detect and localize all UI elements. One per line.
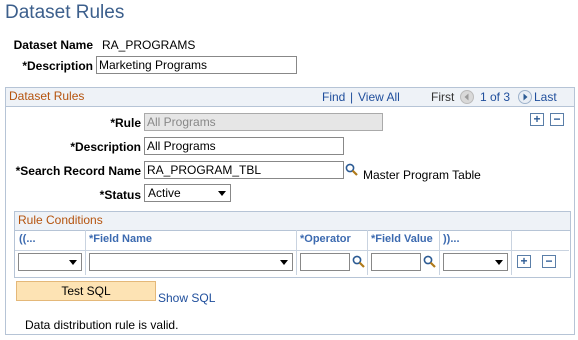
dataset-name-label: Dataset Name bbox=[13, 38, 93, 52]
nav-separator: | bbox=[350, 90, 354, 104]
add-condition-button[interactable]: + bbox=[517, 255, 531, 268]
rule-conditions-header: Rule Conditions bbox=[15, 212, 570, 231]
chevron-down-icon bbox=[280, 260, 288, 265]
rule-label: *Rule bbox=[110, 116, 141, 130]
column-open-paren: ((... bbox=[19, 233, 36, 245]
status-select[interactable]: Active bbox=[144, 184, 231, 202]
minus-icon: − bbox=[553, 112, 561, 126]
add-rule-button[interactable]: + bbox=[530, 113, 544, 126]
minus-icon: − bbox=[545, 254, 553, 268]
dataset-description-label: *Description bbox=[22, 59, 93, 73]
chevron-down-icon bbox=[495, 260, 503, 265]
page-title: Dataset Rules bbox=[5, 2, 125, 23]
search-record-description: Master Program Table bbox=[363, 168, 481, 182]
find-link[interactable]: Find bbox=[322, 90, 345, 104]
column-field-value: *Field Value bbox=[371, 233, 433, 245]
test-sql-button[interactable]: Test SQL bbox=[16, 281, 156, 301]
field-value-magnifier-icon[interactable] bbox=[423, 255, 436, 268]
field-value-input[interactable] bbox=[371, 253, 421, 271]
operator-input[interactable] bbox=[300, 253, 350, 271]
rule-input: All Programs bbox=[144, 113, 383, 131]
last-link[interactable]: Last bbox=[534, 90, 557, 104]
grid-divider bbox=[85, 230, 86, 275]
chevron-down-icon bbox=[69, 260, 77, 265]
field-name-select[interactable] bbox=[89, 253, 293, 271]
dataset-name-value: RA_PROGRAMS bbox=[102, 38, 196, 52]
dataset-rules-header: Dataset Rules Find | View All First 1 of… bbox=[6, 88, 574, 107]
search-record-input[interactable]: RA_PROGRAM_TBL bbox=[144, 161, 344, 179]
record-position: 1 of 3 bbox=[480, 90, 511, 104]
grid-divider bbox=[367, 230, 368, 275]
status-label: *Status bbox=[99, 188, 141, 202]
show-sql-link[interactable]: Show SQL bbox=[158, 291, 215, 305]
grid-divider bbox=[296, 230, 297, 275]
search-record-magnifier-icon[interactable] bbox=[345, 163, 358, 176]
open-paren-select[interactable] bbox=[18, 253, 82, 271]
status-value: Active bbox=[148, 186, 181, 200]
dataset-description-input[interactable]: Marketing Programs bbox=[96, 56, 297, 74]
validation-message: Data distribution rule is valid. bbox=[25, 318, 179, 332]
close-paren-select[interactable] bbox=[443, 253, 508, 271]
view-all-link[interactable]: View All bbox=[358, 90, 400, 104]
rule-conditions-title: Rule Conditions bbox=[18, 213, 103, 227]
remove-condition-button[interactable]: − bbox=[542, 255, 556, 268]
plus-icon: + bbox=[533, 112, 541, 126]
rule-description-label: *Description bbox=[70, 140, 141, 154]
grid-divider bbox=[439, 230, 440, 275]
prev-arrow-icon[interactable] bbox=[460, 90, 474, 104]
dataset-rules-title: Dataset Rules bbox=[9, 89, 85, 103]
column-field-name: *Field Name bbox=[89, 233, 152, 245]
rule-description-input[interactable]: All Programs bbox=[144, 137, 344, 155]
plus-icon: + bbox=[520, 254, 528, 268]
column-operator: *Operator bbox=[300, 233, 351, 245]
remove-rule-button[interactable]: − bbox=[550, 113, 564, 126]
grid-divider bbox=[511, 230, 512, 275]
next-arrow-icon[interactable] bbox=[518, 90, 532, 104]
operator-magnifier-icon[interactable] bbox=[352, 255, 365, 268]
first-label: First bbox=[431, 90, 455, 104]
search-record-label: *Search Record Name bbox=[15, 164, 141, 178]
chevron-down-icon bbox=[218, 191, 226, 196]
column-close-paren: ))... bbox=[443, 233, 460, 245]
